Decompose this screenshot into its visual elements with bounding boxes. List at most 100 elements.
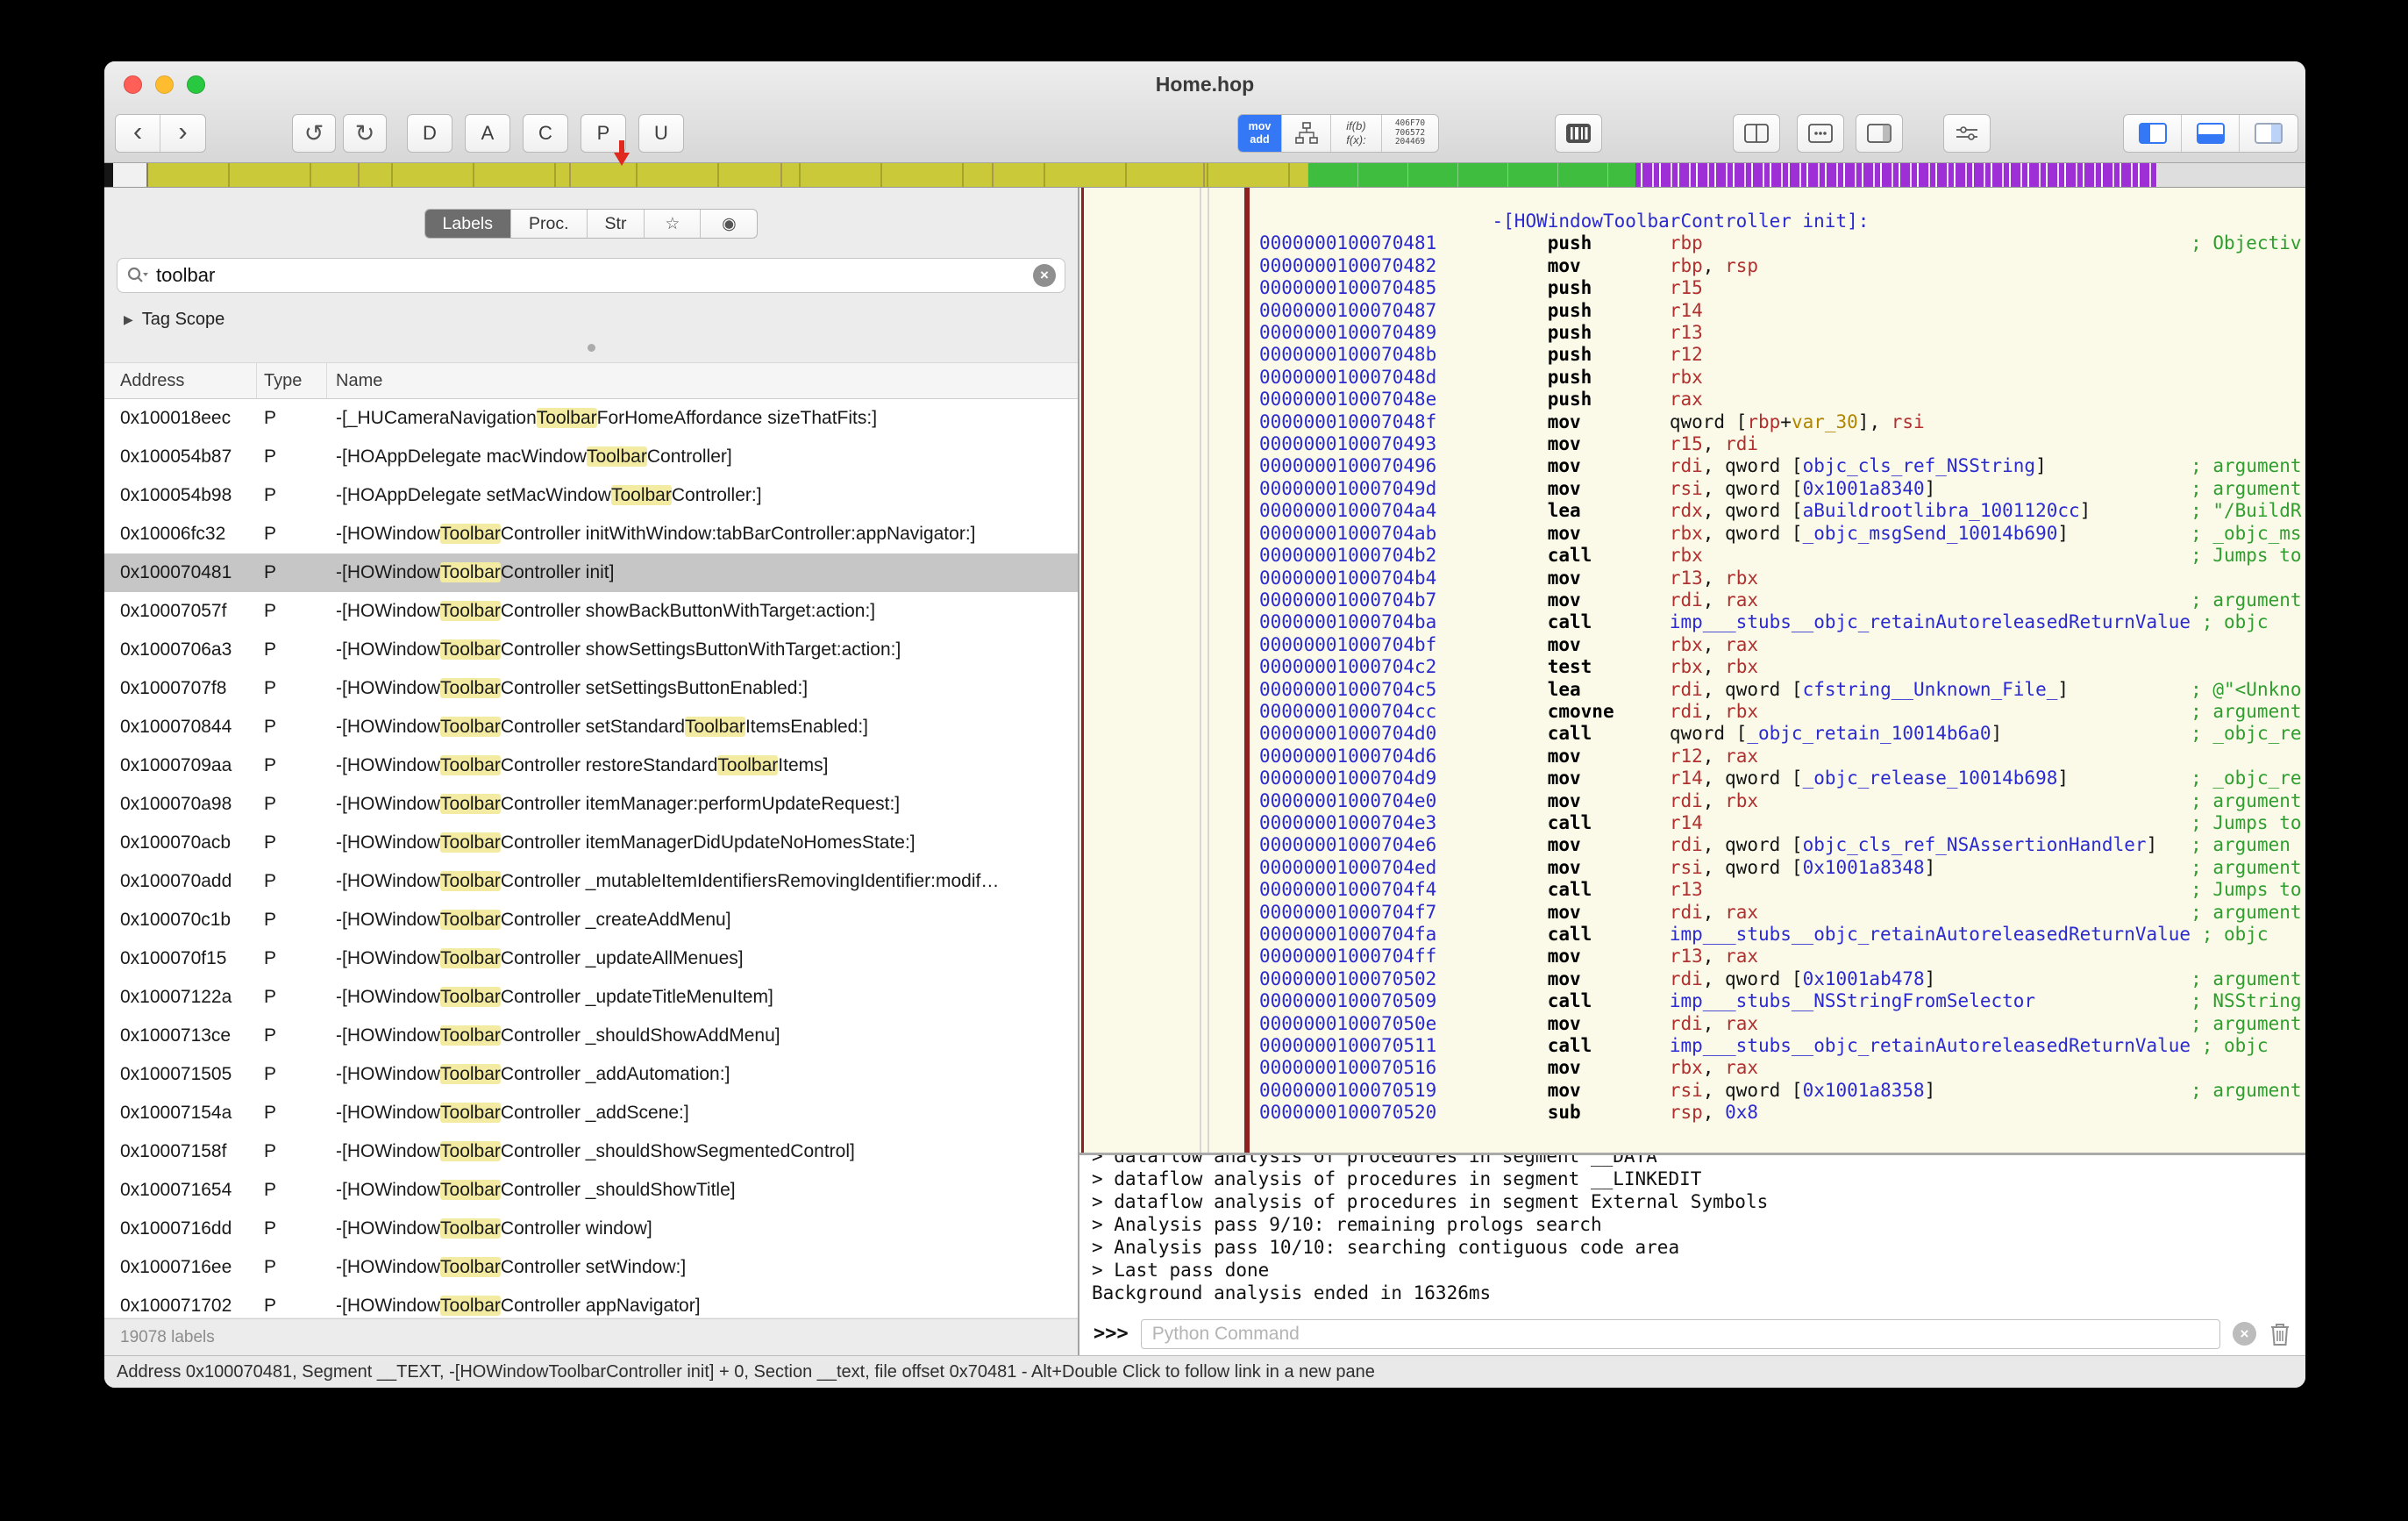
disasm-line[interactable]: 0000000100070489 push r13 — [1259, 322, 2305, 344]
data-type-button-d[interactable]: D — [407, 114, 452, 153]
pane-resize-handle[interactable] — [588, 344, 595, 352]
disasm-line[interactable]: 00000001000704c5 lea rdi, qword [cfstrin… — [1259, 679, 2305, 701]
disasm-line[interactable]: 0000000100070482 mov rbp, rsp — [1259, 255, 2305, 277]
table-row[interactable]: 0x100071702P-[HOWindowToolbarController … — [104, 1287, 1078, 1317]
disasm-line[interactable]: 000000010007049d mov rsi, qword [0x1001a… — [1259, 478, 2305, 500]
minimap-segment-linkedit[interactable] — [1635, 163, 2157, 187]
disasm-line[interactable]: 00000001000704e6 mov rdi, qword [objc_cl… — [1259, 834, 2305, 856]
disasm-line[interactable]: 00000001000704fa call imp___stubs__objc_… — [1259, 924, 2305, 946]
cfg-mode-button[interactable] — [1282, 115, 1331, 152]
assembly-mode-button[interactable]: mov add — [1238, 115, 1282, 152]
navigation-minimap[interactable] — [104, 163, 2305, 188]
disasm-line[interactable]: 00000001000704ff mov r13, rax — [1259, 946, 2305, 968]
inspector-view-button[interactable] — [1856, 114, 1903, 153]
table-row[interactable]: 0x100071505P-[HOWindowToolbarController … — [104, 1055, 1078, 1094]
search-input[interactable] — [156, 264, 1026, 287]
column-header-type[interactable]: Type — [257, 363, 327, 398]
disasm-line[interactable]: 00000001000704f7 mov rdi, rax ; argument — [1259, 902, 2305, 924]
tab-favorites[interactable]: ☆ — [645, 210, 701, 238]
disasm-line[interactable]: 00000001000704c2 test rbx, rbx — [1259, 656, 2305, 678]
table-row[interactable]: 0x1000707f8P-[HOWindowToolbarController … — [104, 669, 1078, 708]
minimap-segment-text[interactable] — [146, 163, 1307, 187]
disasm-line[interactable]: 00000001000704e0 mov rdi, rbx ; argument — [1259, 790, 2305, 812]
table-row[interactable]: 0x10007122aP-[HOWindowToolbarController … — [104, 978, 1078, 1017]
disasm-line[interactable]: 000000010007048b push r12 — [1259, 344, 2305, 366]
table-row[interactable]: 0x1000706a3P-[HOWindowToolbarController … — [104, 631, 1078, 669]
disasm-line[interactable]: 0000000100070487 push r14 — [1259, 300, 2305, 322]
disasm-line[interactable]: 0000000100070493 mov r15, rdi — [1259, 433, 2305, 455]
disasm-line[interactable]: 00000001000704e3 call r14 ; Jumps to — [1259, 812, 2305, 834]
table-row[interactable]: 0x10007158fP-[HOWindowToolbarController … — [104, 1132, 1078, 1171]
table-row[interactable]: 0x100070addP-[HOWindowToolbarController … — [104, 862, 1078, 901]
minimap-segment-pagezero[interactable] — [113, 163, 146, 187]
table-row[interactable]: 0x10007154aP-[HOWindowToolbarController … — [104, 1094, 1078, 1132]
tab-scope[interactable]: ◉ — [701, 210, 757, 238]
column-header-name[interactable]: Name — [327, 363, 1078, 398]
table-row[interactable]: 0x1000709aaP-[HOWindowToolbarController … — [104, 746, 1078, 785]
titlebar[interactable]: Home.hop — [104, 61, 2305, 107]
disasm-line[interactable]: 00000001000704d9 mov r14, qword [_objc_r… — [1259, 768, 2305, 789]
disasm-line[interactable]: 00000001000704b4 mov r13, rbx — [1259, 568, 2305, 589]
disasm-line[interactable]: 00000001000704f4 call r13 ; Jumps to — [1259, 879, 2305, 901]
disasm-line[interactable]: 0000000100070519 mov rsi, qword [0x1001a… — [1259, 1080, 2305, 1102]
minimap-segment-data[interactable] — [1307, 163, 1635, 187]
disasm-line[interactable]: 0000000100070481 push rbp ; Objectiv — [1259, 232, 2305, 254]
disasm-line[interactable]: 00000001000704ba call imp___stubs__objc_… — [1259, 611, 2305, 633]
table-row[interactable]: 0x100070844P-[HOWindowToolbarController … — [104, 708, 1078, 746]
disasm-line[interactable]: 00000001000704bf mov rbx, rax — [1259, 634, 2305, 656]
table-row[interactable]: 0x100070481P-[HOWindowToolbarController … — [104, 553, 1078, 592]
segments-view-button[interactable] — [1797, 114, 1844, 153]
tab-labels[interactable]: Labels — [425, 210, 511, 238]
log-console[interactable]: > dataflow analysis of procedures in seg… — [1079, 1155, 2305, 1313]
tab-strings[interactable]: Str — [588, 210, 645, 238]
disassembly-view[interactable]: -[HOWindowToolbarController init]:000000… — [1079, 188, 2305, 1153]
minimap-segment-end[interactable] — [2157, 163, 2305, 187]
disasm-line[interactable]: 00000001000704cc cmovne rdi, rbx ; argum… — [1259, 701, 2305, 723]
disasm-line[interactable]: 00000001000704b2 call rbx ; Jumps to — [1259, 545, 2305, 567]
table-row[interactable]: 0x100054b87P-[HOAppDelegate macWindowToo… — [104, 438, 1078, 476]
back-button[interactable]: ‹ — [116, 115, 160, 152]
table-row[interactable]: 0x100070a98P-[HOWindowToolbarController … — [104, 785, 1078, 824]
table-row[interactable]: 0x10006fc32P-[HOWindowToolbarController … — [104, 515, 1078, 553]
table-row[interactable]: 0x1000716ddP-[HOWindowToolbarController … — [104, 1210, 1078, 1248]
toggle-bottom-pane-button[interactable] — [2182, 115, 2240, 152]
tab-procedures[interactable]: Proc. — [511, 210, 588, 238]
search-field[interactable]: × — [117, 258, 1065, 293]
data-type-button-c[interactable]: C — [523, 114, 568, 153]
disasm-line[interactable]: 0000000100070520 sub rsp, 0x8 — [1259, 1102, 2305, 1124]
disasm-line[interactable]: 000000010007048d push rbx — [1259, 367, 2305, 389]
hex-mode-button[interactable]: 406F70 706572 204469 — [1382, 115, 1438, 152]
column-header-address[interactable]: Address — [104, 363, 257, 398]
table-row[interactable]: 0x100018eecP-[_HUCameraNavigationToolbar… — [104, 399, 1078, 438]
table-row[interactable]: 0x10007057fP-[HOWindowToolbarController … — [104, 592, 1078, 631]
data-type-button-u[interactable]: U — [638, 114, 684, 153]
toggle-right-pane-button[interactable] — [2240, 115, 2298, 152]
disasm-line[interactable]: 0000000100070485 push r15 — [1259, 277, 2305, 299]
disasm-line[interactable]: 00000001000704d6 mov r12, rax — [1259, 746, 2305, 768]
filter-options-button[interactable] — [1943, 114, 1991, 153]
table-row[interactable]: 0x1000716eeP-[HOWindowToolbarController … — [104, 1248, 1078, 1287]
disasm-line[interactable]: 00000001000704d0 call qword [_objc_retai… — [1259, 723, 2305, 745]
disasm-line[interactable]: 000000010007048f mov qword [rbp+var_30],… — [1259, 411, 2305, 433]
disasm-line[interactable]: 0000000100070496 mov rdi, qword [objc_cl… — [1259, 455, 2305, 477]
table-row[interactable]: 0x100070c1bP-[HOWindowToolbarController … — [104, 901, 1078, 939]
clear-console-button[interactable]: × — [2233, 1322, 2256, 1346]
disclosure-triangle-icon[interactable]: ▶ — [124, 312, 133, 327]
disasm-line[interactable]: 0000000100070516 mov rbx, rax — [1259, 1057, 2305, 1079]
search-clear-button[interactable]: × — [1033, 264, 1056, 287]
disasm-line[interactable]: 0000000100070509 call imp___stubs__NSStr… — [1259, 990, 2305, 1012]
disasm-line[interactable]: 00000001000704b7 mov rdi, rax ; argument — [1259, 589, 2305, 611]
binary-view-button[interactable] — [1555, 114, 1602, 153]
split-view-button[interactable] — [1733, 114, 1780, 153]
table-row[interactable]: 0x100070acbP-[HOWindowToolbarController … — [104, 824, 1078, 862]
undo-button[interactable]: ↺ — [292, 114, 336, 153]
disasm-line[interactable]: 0000000100070502 mov rdi, qword [0x1001a… — [1259, 968, 2305, 990]
python-command-input[interactable] — [1141, 1319, 2220, 1349]
data-type-button-a[interactable]: A — [465, 114, 510, 153]
pseudocode-mode-button[interactable]: if(b) f(x): — [1331, 115, 1382, 152]
table-row[interactable]: 0x100071654P-[HOWindowToolbarController … — [104, 1171, 1078, 1210]
table-row[interactable]: 0x100070f15P-[HOWindowToolbarController … — [104, 939, 1078, 978]
toggle-left-pane-button[interactable] — [2124, 115, 2182, 152]
disasm-line[interactable]: 000000010007048e push rax — [1259, 389, 2305, 411]
forward-button[interactable]: › — [160, 115, 205, 152]
